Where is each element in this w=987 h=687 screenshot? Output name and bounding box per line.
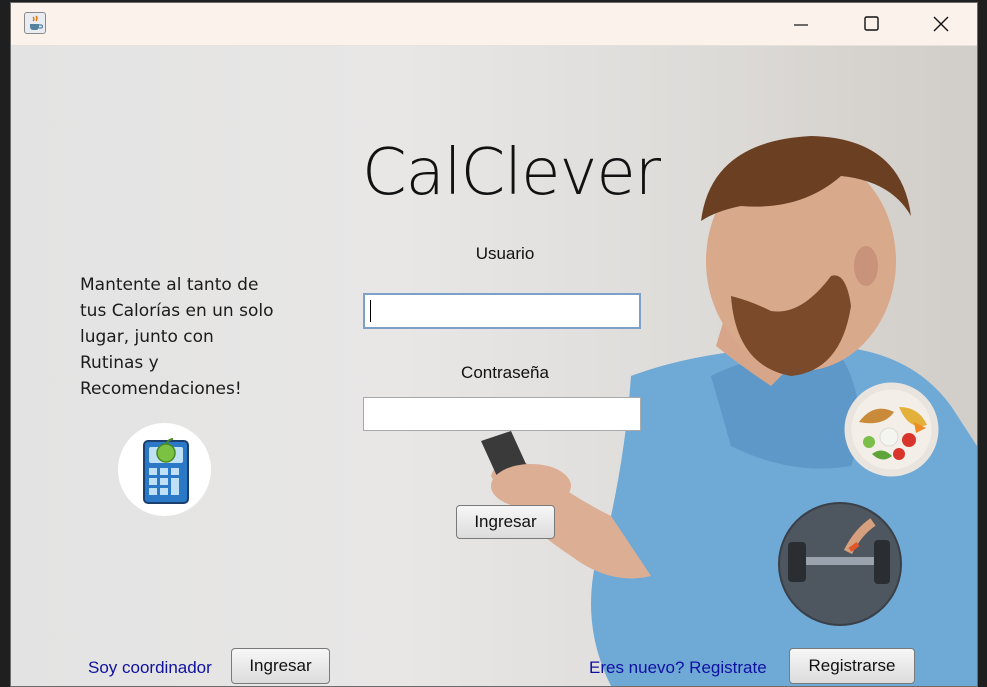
java-cup-icon <box>24 12 46 34</box>
new-user-link[interactable]: Eres nuevo? Registrate <box>589 658 767 678</box>
dumbbell-icon <box>778 502 902 626</box>
minimize-icon <box>794 24 808 26</box>
usuario-input[interactable] <box>363 293 641 329</box>
password-input[interactable] <box>363 397 641 431</box>
title-bar[interactable] <box>11 3 977 46</box>
close-icon <box>933 16 949 32</box>
coordinator-text: Soy coordinador <box>88 658 212 677</box>
maximize-icon <box>864 16 879 31</box>
calculator-apple-icon <box>118 423 211 516</box>
password-label: Contraseña <box>461 363 549 382</box>
usuario-label: Usuario <box>475 244 535 263</box>
login-panel: CalClever Usuario Contraseña Ingresar Ma… <box>11 46 977 686</box>
app-title: CalClever <box>361 136 661 210</box>
salad-bowl-icon <box>844 382 939 477</box>
app-window: CalClever Usuario Contraseña Ingresar Ma… <box>10 2 978 687</box>
minimize-button[interactable] <box>766 3 836 45</box>
login-button[interactable]: Ingresar <box>456 505 555 539</box>
tagline-text: Mantente al tanto de tus Calorías en un … <box>80 275 274 399</box>
close-button[interactable] <box>906 3 976 45</box>
coordinator-login-button[interactable]: Ingresar <box>231 648 330 684</box>
maximize-button[interactable] <box>836 3 906 45</box>
register-button[interactable]: Registrarse <box>789 648 915 684</box>
text-caret <box>370 300 371 322</box>
